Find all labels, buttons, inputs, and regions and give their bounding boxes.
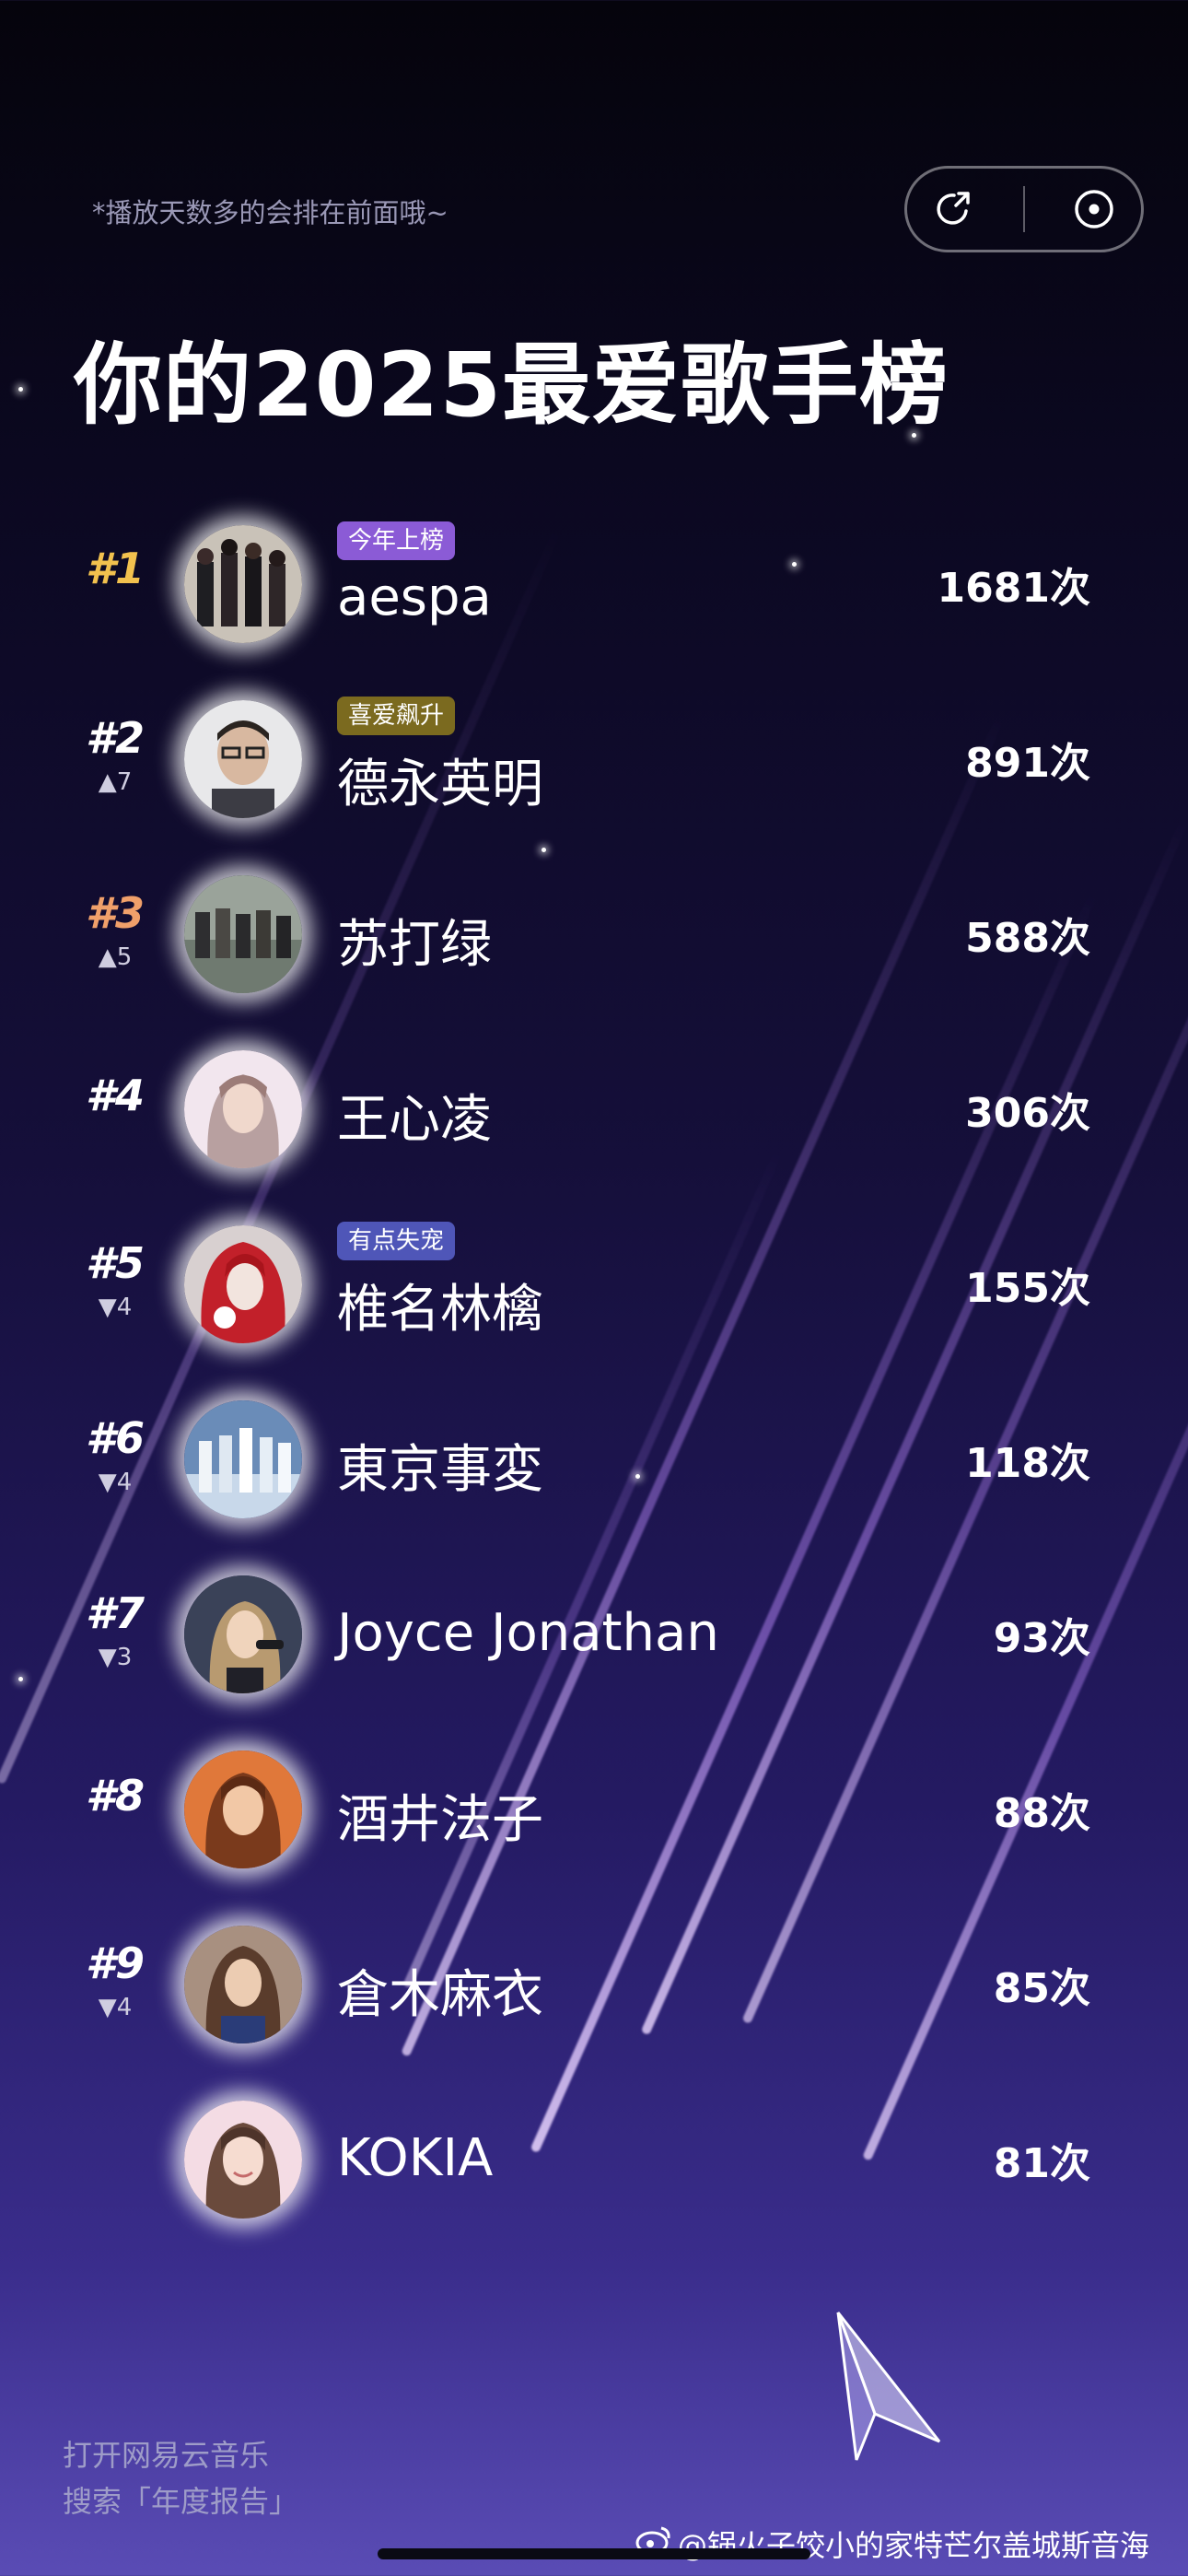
artist-avatar (184, 1926, 302, 2043)
artist-avatar (184, 700, 302, 818)
artist-row[interactable]: #4 王心凌 306次 (0, 1023, 1188, 1198)
artist-name: 苏打绿 (337, 915, 492, 975)
artist-row[interactable]: #5 ▼4 有点失宠 椎名林檎 155次 (0, 1198, 1188, 1373)
sort-hint: *播放天数多的会排在前面哦~ (92, 197, 448, 228)
artist-name: KOKIA (337, 2128, 494, 2188)
rank-change: ▼4 (98, 1994, 133, 2021)
rank-number: #1 (85, 544, 145, 593)
artist-row[interactable]: #9 ▼4 倉木麻衣 85次 (0, 1898, 1188, 2073)
artist-row[interactable]: #1 今年上榜 aespa 1681次 (0, 498, 1188, 673)
rank-change: ▲5 (98, 943, 133, 971)
artist-name: 椎名林檎 (337, 1280, 543, 1340)
rank-change: ▲7 (98, 768, 133, 796)
artist-row[interactable]: #6 ▼4 東京事変 118次 (0, 1373, 1188, 1548)
action-divider (1022, 186, 1025, 232)
page-title: 你的2025最爱歌手榜 (74, 334, 949, 437)
artist-avatar (184, 1225, 302, 1343)
artist-row[interactable]: KOKIA 81次 (0, 2073, 1188, 2248)
play-count: 306次 (965, 1090, 1090, 1137)
artist-row[interactable]: #7 ▼3 Joyce Jonathan 93次 (0, 1548, 1188, 1723)
play-count: 118次 (965, 1440, 1090, 1487)
artist-row[interactable]: #3 ▲5 苏打绿 588次 (0, 848, 1188, 1023)
play-count: 891次 (965, 740, 1090, 787)
artist-name: 東京事変 (337, 1440, 543, 1500)
rank-change: ▼4 (98, 1469, 133, 1496)
record-icon[interactable] (1068, 183, 1120, 235)
play-count: 88次 (993, 1790, 1090, 1837)
artist-tag: 喜爱飙升 (337, 697, 456, 735)
play-count: 93次 (993, 1615, 1090, 1662)
rank-number: #5 (85, 1238, 145, 1288)
rank-number: #7 (85, 1588, 145, 1638)
rank-number: #2 (85, 713, 145, 763)
play-count: 1681次 (937, 565, 1090, 612)
rank-change: ▼3 (98, 1644, 133, 1671)
artist-name: aespa (337, 568, 492, 627)
artist-avatar (184, 1575, 302, 1693)
artist-avatar (184, 1751, 302, 1868)
artist-name: Joyce Jonathan (337, 1603, 719, 1663)
rank-number: #4 (85, 1071, 145, 1120)
rank-number: #3 (85, 888, 145, 938)
artist-name: 酒井法子 (337, 1790, 543, 1850)
rank-number: #8 (85, 1771, 145, 1821)
play-count: 155次 (965, 1265, 1090, 1312)
play-count: 85次 (993, 1965, 1090, 2012)
play-count: 81次 (993, 2140, 1090, 2187)
share-icon[interactable] (928, 183, 980, 235)
artist-avatar (184, 875, 302, 993)
artist-name: 王心凌 (337, 1090, 492, 1150)
artist-tag: 今年上榜 (337, 521, 456, 560)
artist-row[interactable]: #2 ▲7 喜爱飙升 德永英明 891次 (0, 673, 1188, 848)
artist-tag: 有点失宠 (337, 1222, 456, 1260)
artist-avatar (184, 525, 302, 643)
home-indicator[interactable] (378, 2548, 810, 2559)
top-action-group (904, 166, 1144, 252)
artist-name: 倉木麻衣 (337, 1965, 543, 2025)
paper-plane-icon (820, 2303, 958, 2473)
play-count: 588次 (965, 915, 1090, 962)
artist-avatar (184, 1050, 302, 1168)
artist-name: 德永英明 (337, 755, 543, 814)
footer-line-search: 搜索「年度报告」 (63, 2484, 299, 2519)
footer-line-open-app: 打开网易云音乐 (63, 2438, 270, 2473)
rank-number: #6 (85, 1413, 145, 1463)
rank-number: #9 (85, 1938, 145, 1988)
artist-avatar (184, 2101, 302, 2219)
footer-note: 打开网易云音乐 搜索「年度报告」 (63, 2432, 298, 2524)
rank-change: ▼4 (98, 1294, 133, 1321)
artist-row[interactable]: #8 酒井法子 88次 (0, 1723, 1188, 1898)
artist-avatar (184, 1400, 302, 1518)
